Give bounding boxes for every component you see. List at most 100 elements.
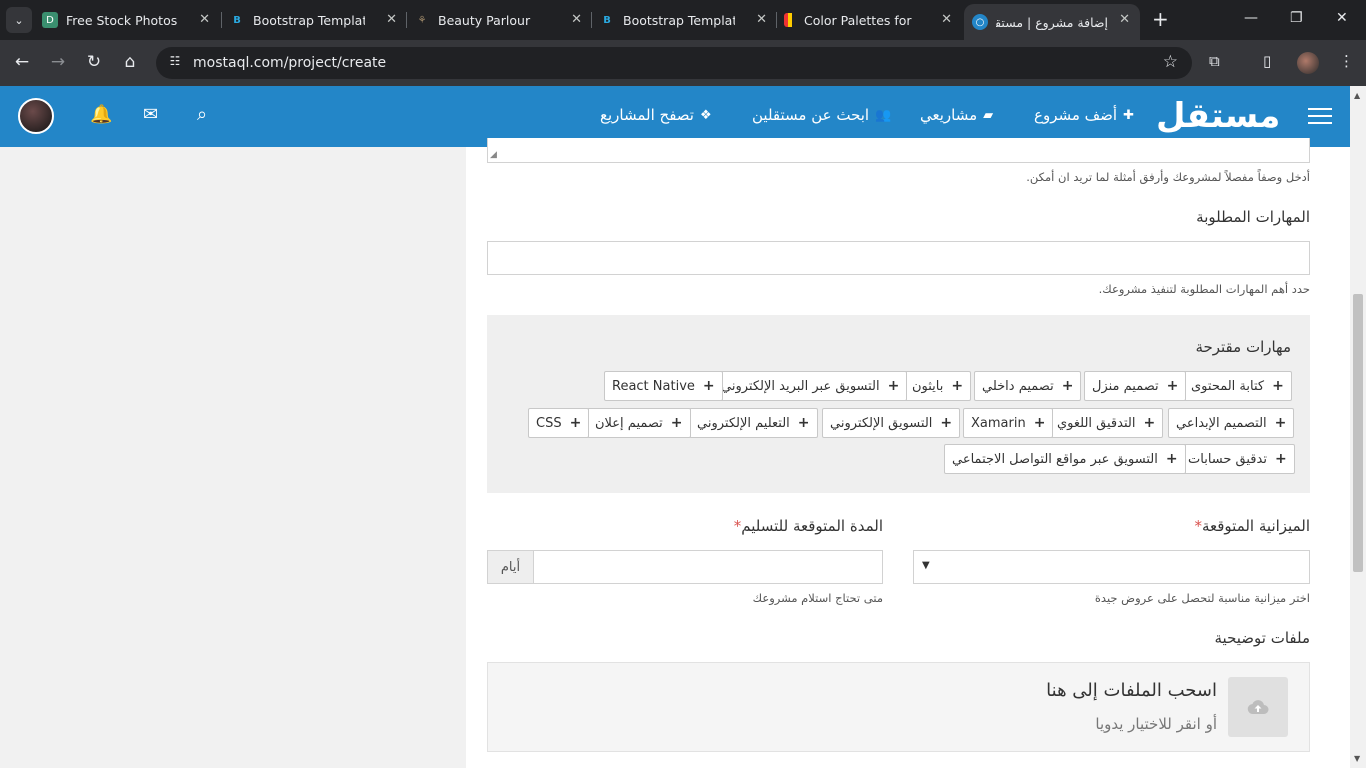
skill-chip[interactable]: + التعليم الإلكتروني — [689, 408, 818, 438]
resize-grip-icon[interactable]: ◢ — [490, 150, 497, 160]
skill-chip[interactable]: + CSS — [528, 408, 590, 438]
nav-add-project[interactable]: ✚ أضف مشروع — [1034, 106, 1134, 124]
close-window-icon[interactable]: ✕ — [1336, 10, 1348, 26]
skill-chip[interactable]: + التدقيق اللغوي — [1049, 408, 1164, 438]
close-tab-icon[interactable]: ✕ — [386, 12, 397, 27]
skill-chip[interactable]: + التسويق عبر البريد الإلكتروني — [713, 371, 908, 401]
plus-icon: + — [797, 415, 810, 431]
plus-icon: + — [1274, 451, 1287, 467]
skill-chip[interactable]: + التسويق عبر مواقع التواصل الاجتماعي — [944, 444, 1186, 474]
skill-chip-label: التصميم الإبداعي — [1176, 415, 1267, 431]
skill-chip-label: تصميم إعلان — [595, 415, 663, 431]
scroll-down-icon[interactable]: ▼ — [1354, 754, 1360, 763]
skills-help: حدد أهم المهارات المطلوبة لتنفيذ مشروعك. — [1098, 282, 1310, 296]
plus-icon: + — [702, 378, 715, 394]
page-scrollbar[interactable]: ▲ ▼ — [1350, 86, 1366, 768]
skill-chip[interactable]: + تصميم منزل — [1084, 371, 1187, 401]
skill-chip-label: التسويق عبر مواقع التواصل الاجتماعي — [952, 451, 1158, 467]
skill-chip[interactable]: + بايثون — [904, 371, 972, 401]
profile-avatar[interactable] — [1297, 52, 1319, 74]
tab-title: Free Stock Photos, Ro — [66, 12, 178, 28]
skill-chip-label: التسويق الإلكتروني — [830, 415, 933, 431]
skill-chip[interactable]: + تصميم داخلي — [974, 371, 1082, 401]
users-icon: 👥 — [875, 107, 892, 123]
site-logo[interactable]: مستقل — [1156, 96, 1280, 136]
minimize-icon[interactable]: — — [1244, 10, 1258, 26]
search-icon[interactable]: ⌕ — [197, 104, 207, 125]
tab-separator — [221, 12, 222, 28]
plus-icon: + — [670, 415, 683, 431]
tab-separator — [776, 12, 777, 28]
side-panel-icon[interactable]: ▯ — [1263, 52, 1271, 70]
skill-chip[interactable]: + React Native — [604, 371, 723, 401]
cloud-upload-icon — [1228, 677, 1288, 737]
envelope-icon[interactable]: ✉ — [143, 104, 158, 125]
close-tab-icon[interactable]: ✕ — [1119, 12, 1130, 27]
cubes-icon: ❖ — [699, 107, 712, 123]
budget-select[interactable]: ▼ — [913, 550, 1310, 584]
hamburger-menu-icon[interactable] — [1308, 108, 1332, 126]
site-info-icon[interactable]: ☷ — [166, 54, 184, 72]
description-textarea[interactable]: ◢ — [487, 138, 1310, 163]
bootstrap-icon: B — [603, 14, 611, 26]
browser-tab[interactable]: B Bootstrap Templates | ✕ — [229, 0, 407, 40]
skill-chip[interactable]: + تدقيق حسابات — [1180, 444, 1295, 474]
new-tab-icon[interactable]: + — [1152, 9, 1169, 29]
close-tab-icon[interactable]: ✕ — [199, 12, 210, 27]
skill-chip[interactable]: + كتابة المحتوى — [1183, 371, 1292, 401]
tab-title: Bootstrap Templates | — [623, 12, 735, 28]
back-icon[interactable]: ← — [12, 52, 32, 72]
tab-separator — [406, 12, 407, 28]
files-label: ملفات توضيحية — [1214, 629, 1311, 647]
plus-icon: ✚ — [1123, 107, 1134, 123]
browser-tab[interactable]: D Free Stock Photos, Ro ✕ — [42, 0, 220, 40]
bell-icon[interactable]: 🔔 — [90, 104, 112, 125]
browser-tab-active[interactable]: ○ إضافة مشروع | مستقل ✕ — [964, 4, 1140, 40]
tab-search-dropdown-icon[interactable]: ⌄ — [6, 7, 32, 33]
browser-tab[interactable]: ⚘ Beauty Parlour ✕ — [414, 0, 592, 40]
scrollbar-thumb[interactable] — [1353, 294, 1363, 572]
nav-label: أضف مشروع — [1034, 106, 1118, 124]
address-bar[interactable]: ☷ mostaql.com/project/create ☆ — [156, 47, 1192, 79]
skill-chip-label: Xamarin — [971, 415, 1026, 431]
skill-chip[interactable]: + التصميم الإبداعي — [1168, 408, 1295, 438]
dropzone-title: اسحب الملفات إلى هنا — [1046, 680, 1217, 701]
skill-chip[interactable]: + Xamarin — [963, 408, 1054, 438]
reload-icon[interactable]: ↻ — [84, 52, 104, 72]
scroll-up-icon[interactable]: ▲ — [1354, 91, 1360, 100]
tab-separator — [591, 12, 592, 28]
plus-icon: + — [1274, 415, 1287, 431]
plus-icon: + — [1143, 415, 1156, 431]
extensions-icon[interactable]: ⧉ — [1209, 52, 1220, 70]
d-letter-icon: D — [42, 12, 58, 28]
browser-tab[interactable]: Color Palettes for De ✕ — [784, 0, 962, 40]
browser-menu-icon[interactable]: ⋮ — [1339, 52, 1354, 70]
tab-title: Bootstrap Templates | — [253, 12, 365, 28]
skill-chip-label: React Native — [612, 378, 695, 394]
plus-icon: + — [940, 415, 953, 431]
forward-icon[interactable]: → — [48, 52, 68, 72]
browser-tab[interactable]: B Bootstrap Templates | ✕ — [599, 0, 777, 40]
nav-find-freelancers[interactable]: 👥 ابحث عن مستقلين — [752, 106, 891, 124]
bookmark-star-icon[interactable]: ☆ — [1163, 52, 1178, 72]
close-tab-icon[interactable]: ✕ — [571, 12, 582, 27]
user-avatar[interactable] — [18, 98, 54, 134]
folder-open-icon: ▰ — [983, 107, 994, 123]
restore-icon[interactable]: ❐ — [1290, 10, 1303, 26]
duration-input[interactable] — [535, 551, 882, 583]
skill-chip[interactable]: + التسويق الإلكتروني — [822, 408, 961, 438]
browser-toolbar: ← → ↻ ⌂ ☷ mostaql.com/project/create ☆ ⧉… — [0, 40, 1366, 86]
plus-icon: + — [569, 415, 582, 431]
duration-label-text: المدة المتوقعة للتسليم — [741, 517, 883, 535]
skill-chip-label: كتابة المحتوى — [1191, 378, 1265, 394]
nav-browse-projects[interactable]: ❖ تصفح المشاريع — [600, 106, 712, 124]
close-tab-icon[interactable]: ✕ — [756, 12, 767, 27]
close-tab-icon[interactable]: ✕ — [941, 12, 952, 27]
home-icon[interactable]: ⌂ — [120, 52, 140, 72]
nav-my-projects[interactable]: ▰ مشاريعي — [920, 106, 993, 124]
budget-label: الميزانية المتوقعة* — [1194, 517, 1310, 535]
skill-chip[interactable]: + تصميم إعلان — [587, 408, 691, 438]
file-dropzone[interactable]: اسحب الملفات إلى هنا أو انقر للاختيار يد… — [487, 662, 1310, 752]
skills-input[interactable] — [487, 241, 1310, 275]
duration-label: المدة المتوقعة للتسليم* — [734, 517, 883, 535]
